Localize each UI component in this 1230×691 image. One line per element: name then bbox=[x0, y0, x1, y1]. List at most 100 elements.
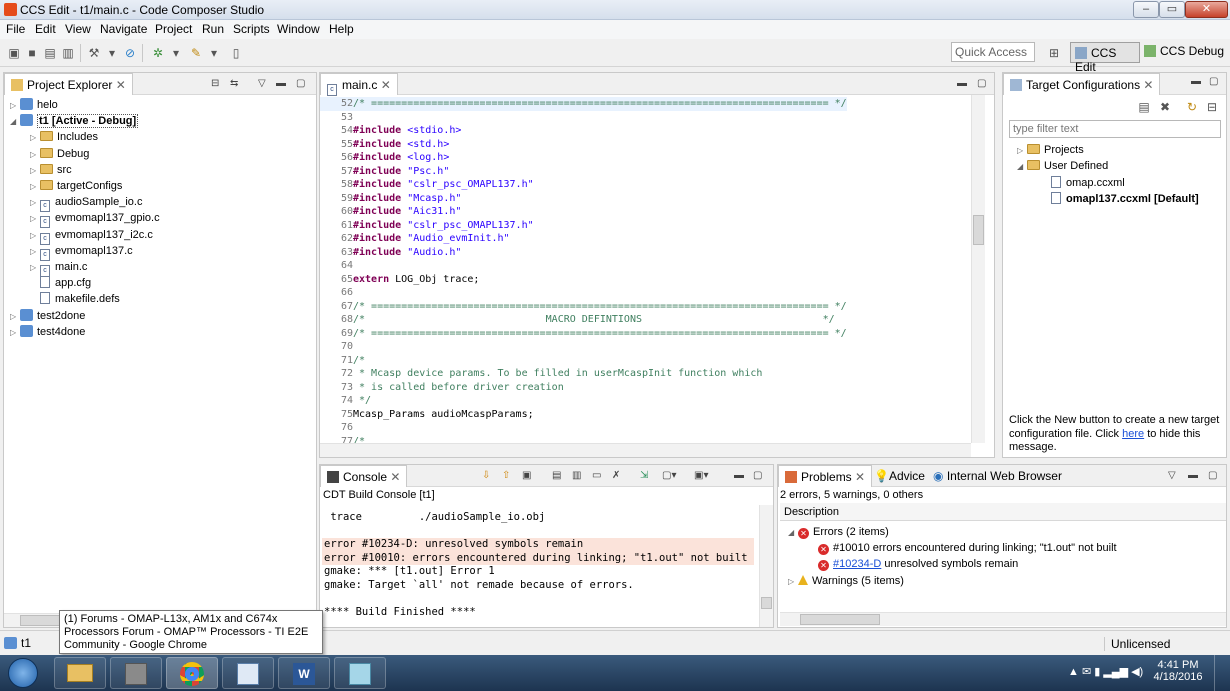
code-line[interactable]: 53 bbox=[320, 111, 353, 125]
target-tree-item[interactable]: omapl137.ccxml [Default] bbox=[1041, 191, 1199, 207]
close-icon[interactable]: ✕ bbox=[1143, 78, 1153, 92]
license-status[interactable]: Unlicensed bbox=[1104, 637, 1170, 651]
view-menu-icon[interactable]: ▽ bbox=[1168, 470, 1176, 481]
chevron-right-icon[interactable]: ▷ bbox=[30, 163, 40, 179]
chevron-icon[interactable]: ▷ bbox=[1017, 143, 1027, 159]
code-line[interactable]: 54#include <stdio.h> bbox=[320, 124, 461, 138]
menu-window[interactable]: Window bbox=[277, 22, 320, 36]
tree-item[interactable]: ▷ c evmomapl137.c bbox=[30, 243, 133, 261]
minimize-view-icon[interactable]: ▬ bbox=[734, 470, 744, 481]
view-menu-icon[interactable]: ▽ bbox=[258, 78, 266, 89]
description-column-header[interactable]: Description bbox=[780, 503, 1226, 521]
chevron-right-icon[interactable]: ▷ bbox=[30, 179, 40, 195]
perspective-ccs-debug[interactable]: CCS Debug bbox=[1144, 44, 1224, 58]
menu-scripts[interactable]: Scripts bbox=[233, 22, 270, 36]
code-line[interactable]: 57#include "Psc.h" bbox=[320, 165, 449, 179]
arrow-down-icon[interactable]: ⇩ bbox=[482, 470, 490, 481]
chevron-right-icon[interactable]: ▷ bbox=[30, 244, 40, 260]
tree-item[interactable]: ▷ c evmomapl137_gpio.c bbox=[30, 210, 160, 229]
remove-console-icon[interactable]: ✗ bbox=[612, 470, 620, 481]
code-line[interactable]: 68/* MACRO DEFINTIONS */ bbox=[320, 313, 835, 327]
scrollbar-thumb[interactable] bbox=[761, 597, 772, 609]
tree-item[interactable]: ▷ targetConfigs bbox=[30, 178, 122, 194]
code-line[interactable]: 52/* ===================================… bbox=[320, 97, 847, 111]
chevron-right-icon[interactable]: ▷ bbox=[30, 195, 40, 211]
link-icon[interactable]: ↻ bbox=[1184, 99, 1200, 115]
chrome-icon[interactable] bbox=[166, 657, 218, 689]
chevron-right-icon[interactable]: ▷ bbox=[10, 98, 20, 114]
bug-icon[interactable]: ✲ bbox=[150, 45, 166, 61]
code-line[interactable]: 63#include "Audio.h" bbox=[320, 246, 461, 260]
code-line[interactable]: 58#include "cslr_psc_OMAPL137.h" bbox=[320, 178, 534, 192]
hide-message-link[interactable]: here bbox=[1122, 428, 1144, 440]
close-button[interactable]: ✕ bbox=[1185, 1, 1228, 18]
close-icon[interactable]: ✕ bbox=[381, 78, 391, 92]
arrow-up-icon[interactable]: ⇧ bbox=[502, 470, 510, 481]
clock[interactable]: 4:41 PM 4/18/2016 bbox=[1150, 659, 1206, 683]
code-line[interactable]: 73 * is called before driver creation bbox=[320, 381, 564, 395]
target-tree-item[interactable]: ◢ User Defined bbox=[1017, 158, 1108, 174]
tab-internal-web-browser[interactable]: ◉ Internal Web Browser bbox=[933, 469, 1062, 483]
menu-edit[interactable]: Edit bbox=[35, 22, 56, 36]
code-editor[interactable]: 52/* ===================================… bbox=[320, 95, 972, 445]
vertical-scrollbar[interactable] bbox=[971, 95, 985, 443]
code-line[interactable]: 66 bbox=[320, 286, 353, 300]
tree-item[interactable]: ▷ Includes bbox=[30, 129, 98, 145]
tree-item[interactable]: ▷ src bbox=[30, 162, 72, 178]
code-line[interactable]: 61#include "cslr_psc_OMAPL137.h" bbox=[320, 219, 534, 233]
scrollbar-thumb[interactable] bbox=[800, 614, 880, 625]
tree-item[interactable]: ▷ test2done bbox=[10, 308, 85, 324]
code-line[interactable]: 65extern LOG_Obj trace; bbox=[320, 273, 479, 287]
error-row[interactable]: ✕ #10234-D unresolved symbols remain bbox=[818, 558, 1018, 571]
chevron-down-icon[interactable]: ▾ bbox=[104, 45, 120, 61]
chevron-right-icon[interactable]: ▷ bbox=[10, 325, 20, 341]
tree-item[interactable]: makefile.defs bbox=[30, 291, 120, 307]
console-output[interactable]: trace ./audioSample_io.obj error #10234-D… bbox=[322, 509, 757, 629]
pin-console-icon[interactable]: ▥ bbox=[572, 470, 581, 481]
maximize-view-icon[interactable]: ▢ bbox=[977, 78, 986, 89]
quick-access-input[interactable]: Quick Access bbox=[951, 42, 1035, 62]
code-line[interactable]: 67/* ===================================… bbox=[320, 300, 847, 314]
virtualbox-icon[interactable] bbox=[110, 657, 162, 689]
link-editor-icon[interactable]: ⇆ bbox=[230, 78, 238, 89]
collapse-all-icon[interactable]: ⊟ bbox=[211, 78, 219, 89]
tree-item[interactable]: ▷ helo bbox=[10, 97, 58, 113]
chevron-right-icon[interactable]: ▷ bbox=[10, 309, 20, 325]
maximize-view-icon[interactable]: ▢ bbox=[296, 78, 305, 89]
minimize-button[interactable]: – bbox=[1133, 1, 1159, 18]
code-line[interactable]: 64 bbox=[320, 259, 353, 273]
minimize-view-icon[interactable]: ▬ bbox=[1191, 76, 1201, 87]
clear-console-icon[interactable]: ▤ bbox=[552, 470, 561, 481]
new-target-config-icon[interactable]: ▤ bbox=[1136, 99, 1152, 115]
menu-navigate[interactable]: Navigate bbox=[100, 22, 147, 36]
start-button[interactable] bbox=[8, 658, 38, 688]
code-line[interactable]: 69/* ===================================… bbox=[320, 327, 847, 341]
code-line[interactable]: 56#include <log.h> bbox=[320, 151, 449, 165]
maximize-view-icon[interactable]: ▢ bbox=[1209, 76, 1218, 87]
display-console-icon[interactable]: ▢▾ bbox=[662, 470, 676, 481]
code-line[interactable]: 74 */ bbox=[320, 394, 371, 408]
error-link[interactable]: #10234-D bbox=[833, 558, 881, 570]
error-row[interactable]: ✕ #10010 errors encountered during linkin… bbox=[818, 542, 1117, 555]
tab-advice[interactable]: 💡Advice bbox=[874, 469, 925, 483]
tab-project-explorer[interactable]: Project Explorer ✕ bbox=[4, 73, 133, 95]
tree-item[interactable]: ▷ test4done bbox=[10, 324, 85, 340]
menu-run[interactable]: Run bbox=[202, 22, 224, 36]
tab-problems[interactable]: Problems ✕ bbox=[778, 465, 873, 487]
scrollbar-thumb[interactable] bbox=[20, 615, 60, 626]
scrollbar-thumb[interactable] bbox=[973, 215, 984, 245]
save-icon[interactable]: ■ bbox=[24, 45, 40, 61]
open-perspective-icon[interactable]: ⊞ bbox=[1046, 45, 1062, 61]
menu-help[interactable]: Help bbox=[329, 22, 354, 36]
new-icon[interactable]: ▣ bbox=[6, 45, 22, 61]
filter-input[interactable]: type filter text bbox=[1009, 120, 1221, 138]
chevron-right-icon[interactable]: ▷ bbox=[30, 228, 40, 244]
tab-console[interactable]: Console ✕ bbox=[320, 465, 408, 487]
minimize-view-icon[interactable]: ▬ bbox=[1188, 470, 1198, 481]
horizontal-scrollbar[interactable] bbox=[780, 612, 1226, 626]
flash-icon[interactable]: ✎ bbox=[188, 45, 204, 61]
code-line[interactable]: 75Mcasp_Params audioMcaspParams; bbox=[320, 408, 534, 422]
warnings-group[interactable]: ▷ Warnings (5 items) bbox=[788, 575, 904, 587]
new-console-icon[interactable]: ▣▾ bbox=[694, 470, 708, 481]
file-explorer-icon[interactable] bbox=[54, 657, 106, 689]
